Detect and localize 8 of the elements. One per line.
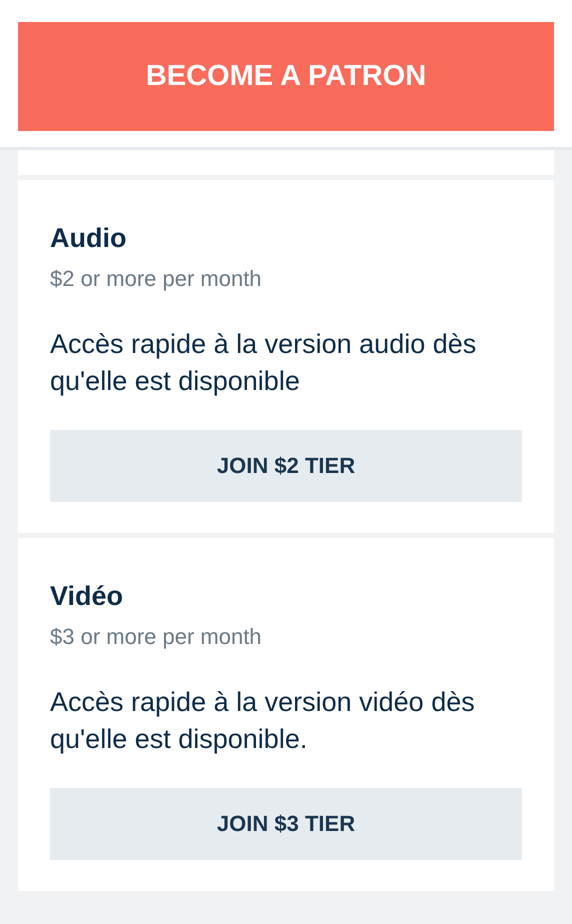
- tier-description: Accès rapide à la version vidéo dès qu'elle est disponible.: [50, 686, 476, 756]
- tier-title: Audio: [50, 222, 128, 255]
- tier-price: $3 or more per month: [50, 623, 263, 651]
- tier-title: Vidéo: [50, 580, 124, 613]
- tier-description: Accès rapide à la version audio dès qu'elle est disponible: [50, 328, 478, 398]
- join-tier-button[interactable]: JOIN $3 TIER: [50, 788, 522, 860]
- tier-price: $2 or more per month: [50, 265, 263, 293]
- join-tier-button[interactable]: JOIN $2 TIER: [50, 430, 522, 502]
